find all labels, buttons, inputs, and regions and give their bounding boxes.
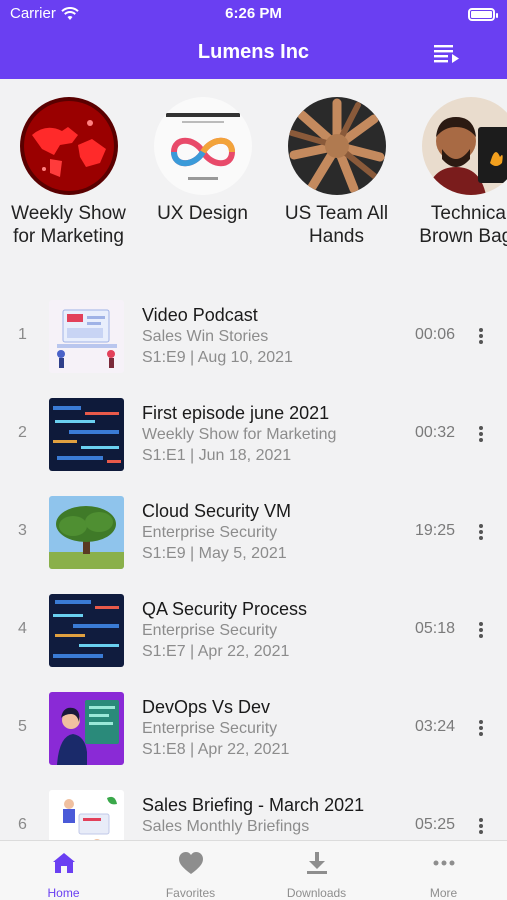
episode-duration: 03:24: [414, 718, 455, 735]
episode-title: Cloud Security VM: [142, 501, 292, 521]
episode-show: Enterprise Security: [142, 720, 278, 737]
episode-thumbnail: [49, 398, 124, 471]
episode-index: 4: [18, 620, 27, 637]
episode-meta: S1:E9 | Aug 10, 2021: [142, 349, 293, 366]
episode-index: 1: [18, 326, 27, 343]
episode-title: First episode june 2021: [142, 403, 330, 423]
episode-duration: 00:32: [414, 424, 455, 441]
more-vertical-icon[interactable]: [473, 424, 489, 444]
episode-duration: 00:06: [414, 326, 455, 343]
queue-list-icon[interactable]: [433, 42, 461, 64]
more-vertical-icon[interactable]: [473, 620, 489, 640]
episode-row[interactable]: 1 Video Podcast Sales Win Stories S1:E9 …: [0, 290, 507, 388]
channel-us-team-all-hands[interactable]: US Team All Hands: [274, 97, 399, 248]
episode-index: 6: [18, 816, 27, 833]
status-bar: Carrier 6:26 PM: [10, 5, 498, 25]
tab-downloads[interactable]: Downloads: [253, 841, 380, 900]
more-dots-icon: [433, 860, 454, 866]
more-vertical-icon[interactable]: [473, 522, 489, 542]
episode-title: Sales Briefing - March 2021: [142, 795, 365, 815]
channel-label: US Team All Hands: [284, 203, 389, 247]
episode-show: Sales Monthly Briefings: [142, 818, 310, 835]
channel-artwork-infinity: [153, 97, 252, 195]
tab-label: More: [429, 886, 458, 900]
channel-technical-brown-bags[interactable]: Technical Brown Bags: [408, 97, 507, 248]
channel-label: UX Design: [157, 203, 248, 224]
download-icon: [306, 852, 327, 874]
episode-duration: 05:18: [414, 620, 455, 637]
clock: 6:26 PM: [225, 5, 282, 22]
channel-artwork-world-map: [19, 97, 118, 195]
channel-ux-design[interactable]: UX Design: [140, 97, 265, 225]
more-vertical-icon[interactable]: [473, 326, 489, 346]
more-vertical-icon[interactable]: [473, 816, 489, 836]
episode-index: 3: [18, 522, 27, 539]
episode-title: QA Security Process: [142, 599, 308, 619]
heart-icon: [178, 852, 203, 874]
tab-bar: Home Favorites Downloads More: [0, 840, 507, 900]
channel-artwork-presenter: [421, 97, 507, 195]
more-vertical-icon[interactable]: [473, 718, 489, 738]
channel-weekly-show[interactable]: Weekly Show for Marketing: [6, 97, 131, 248]
episode-show: Enterprise Security: [142, 524, 278, 541]
episode-meta: S1:E7 | Apr 22, 2021: [142, 643, 290, 660]
episode-title: Video Podcast: [142, 305, 258, 325]
tab-label: Favorites: [165, 886, 216, 900]
episode-row[interactable]: 3 Cloud Security VM Enterprise Security …: [0, 486, 507, 584]
episode-meta: S1:E1 | Jun 18, 2021: [142, 447, 292, 464]
episode-thumbnail: [49, 692, 124, 765]
channel-artwork-hands: [287, 97, 386, 195]
page-title: Lumens Inc: [197, 41, 310, 63]
tab-favorites[interactable]: Favorites: [127, 841, 254, 900]
episode-thumbnail: [49, 594, 124, 667]
episode-row[interactable]: 2 First episode june 2021 Weekly Show fo…: [0, 388, 507, 486]
tab-label: Home: [47, 886, 80, 900]
channel-label: Technical Brown Bags: [419, 203, 507, 247]
battery-icon: [468, 8, 498, 21]
tab-more[interactable]: More: [380, 841, 507, 900]
episode-index: 2: [18, 424, 27, 441]
episode-duration: 05:25: [414, 816, 455, 833]
episode-row[interactable]: 5 DevOps Vs Dev Enterprise Security S1:E…: [0, 682, 507, 780]
episode-meta: S1:E8 | Apr 22, 2021: [142, 741, 290, 758]
episode-index: 5: [18, 718, 27, 735]
episode-thumbnail: [49, 300, 124, 373]
episode-row[interactable]: 4 QA Security Process Enterprise Securit…: [0, 584, 507, 682]
episode-show: Enterprise Security: [142, 622, 278, 639]
episode-show: Weekly Show for Marketing: [142, 426, 337, 443]
home-icon: [52, 853, 75, 873]
carrier-label: Carrier: [10, 5, 56, 22]
navigation-header: Carrier 6:26 PM Lumens Inc: [0, 0, 507, 79]
tab-label: Downloads: [286, 886, 347, 900]
episode-duration: 19:25: [414, 522, 455, 539]
wifi-icon: [61, 6, 79, 20]
episode-title: DevOps Vs Dev: [142, 697, 271, 717]
episode-meta: S1:E9 | May 5, 2021: [142, 545, 287, 562]
carrier-indicator: Carrier: [10, 5, 79, 22]
episode-thumbnail: [49, 496, 124, 569]
channel-carousel[interactable]: Weekly Show for Marketing UX Design US T…: [0, 97, 507, 277]
tab-home[interactable]: Home: [0, 841, 127, 900]
episode-show: Sales Win Stories: [142, 328, 269, 345]
channel-label: Weekly Show for Marketing: [11, 203, 126, 247]
